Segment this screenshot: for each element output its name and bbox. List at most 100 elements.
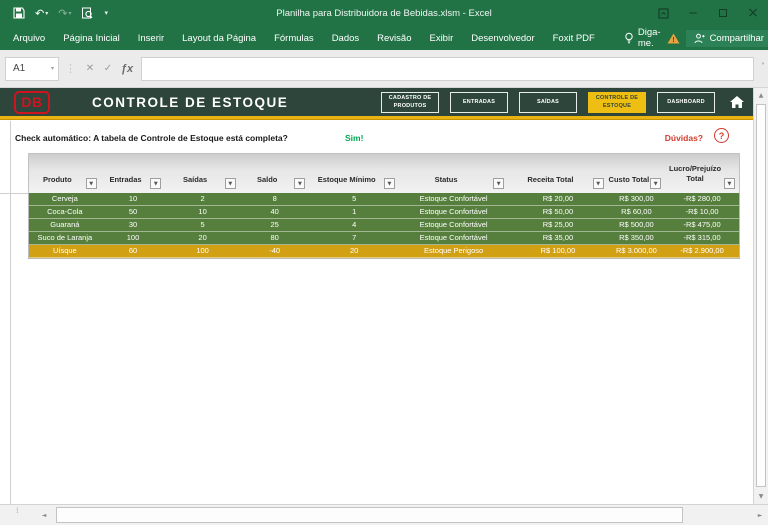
table-cell[interactable]: Estoque Confortável: [398, 219, 509, 232]
save-icon[interactable]: [10, 3, 28, 23]
table-cell[interactable]: R$ 60,00: [607, 206, 666, 219]
table-cell[interactable]: 10: [165, 206, 240, 219]
insert-function-icon[interactable]: ƒx: [117, 63, 137, 75]
nav-cadastro-de-produtos-button[interactable]: CADASTRO DE PRODUTOS: [381, 91, 439, 113]
table-cell[interactable]: Estoque Confortável: [398, 232, 509, 245]
table-cell[interactable]: 40: [239, 206, 310, 219]
table-cell[interactable]: 30: [100, 219, 166, 232]
table-cell[interactable]: Guaraná: [29, 219, 101, 232]
customize-qat-button[interactable]: ▾: [100, 3, 111, 23]
help-question-icon[interactable]: ?: [714, 128, 729, 143]
minimize-button[interactable]: ─: [678, 0, 708, 26]
filter-dropdown-icon[interactable]: ▼: [150, 178, 162, 189]
horizontal-scrollbar-thumb[interactable]: [56, 507, 683, 523]
tab-pagina-inicial[interactable]: Página Inicial: [54, 26, 129, 50]
share-button[interactable]: Compartilhar: [685, 29, 768, 47]
table-cell[interactable]: -R$ 280,00: [665, 193, 739, 206]
scroll-down-icon[interactable]: ▼: [754, 489, 768, 504]
warning-icon[interactable]: !: [667, 33, 680, 44]
table-cell[interactable]: 80: [239, 232, 310, 245]
table-cell[interactable]: 5: [165, 219, 240, 232]
table-cell[interactable]: 20: [165, 232, 240, 245]
table-cell[interactable]: -40: [239, 245, 310, 258]
table-cell[interactable]: 50: [100, 206, 166, 219]
redo-button[interactable]: ↷ ▾: [55, 3, 74, 23]
tab-inserir[interactable]: Inserir: [129, 26, 173, 50]
formula-input[interactable]: [141, 56, 754, 81]
table-cell[interactable]: Estoque Confortável: [398, 193, 509, 206]
sheet-canvas[interactable]: DB CONTROLE DE ESTOQUE CADASTRO DE PRODU…: [0, 88, 753, 504]
enter-entry-icon[interactable]: ✓: [99, 63, 117, 74]
table-cell[interactable]: R$ 500,00: [607, 219, 666, 232]
table-cell[interactable]: 4: [309, 219, 399, 232]
table-cell[interactable]: 10: [100, 193, 166, 206]
table-cell[interactable]: R$ 300,00: [607, 193, 666, 206]
ribbon-display-options-icon[interactable]: [648, 0, 678, 26]
tell-me-box[interactable]: Diga-me. !: [618, 27, 686, 49]
tab-revisao[interactable]: Revisão: [368, 26, 420, 50]
nav-dashboard-button[interactable]: DASHBOARD: [657, 91, 715, 113]
table-cell[interactable]: R$ 20,00: [508, 193, 608, 206]
vertical-scrollbar[interactable]: ▲ ▼: [753, 88, 768, 504]
table-cell[interactable]: -R$ 10,00: [665, 206, 739, 219]
undo-button[interactable]: ↶ ▾: [32, 3, 51, 23]
table-cell[interactable]: 8: [239, 193, 310, 206]
scroll-right-icon[interactable]: ►: [752, 505, 768, 525]
table-cell[interactable]: -R$ 475,00: [665, 219, 739, 232]
table-cell[interactable]: 2: [165, 193, 240, 206]
table-cell[interactable]: -R$ 315,00: [665, 232, 739, 245]
table-cell[interactable]: 20: [309, 245, 399, 258]
table-cell[interactable]: Estoque Confortável: [398, 206, 509, 219]
horizontal-scrollbar[interactable]: ⁞ ◄ ►: [0, 504, 768, 525]
table-cell[interactable]: Cerveja: [29, 193, 101, 206]
tab-foxit-pdf[interactable]: Foxit PDF: [544, 26, 604, 50]
table-cell[interactable]: R$ 100,00: [508, 245, 608, 258]
table-cell[interactable]: 25: [239, 219, 310, 232]
table-cell[interactable]: R$ 3.000,00: [607, 245, 666, 258]
tab-exibir[interactable]: Exibir: [420, 26, 462, 50]
cancel-entry-icon[interactable]: ✕: [81, 63, 99, 74]
filter-dropdown-icon[interactable]: ▼: [383, 178, 395, 189]
filter-dropdown-icon[interactable]: ▼: [592, 178, 604, 189]
scroll-up-icon[interactable]: ▲: [754, 88, 768, 103]
table-cell[interactable]: 100: [100, 232, 166, 245]
nav-entradas-button[interactable]: ENTRADAS: [450, 91, 508, 113]
table-cell[interactable]: R$ 35,00: [508, 232, 608, 245]
table-cell[interactable]: Coca-Cola: [29, 206, 101, 219]
vertical-scrollbar-thumb[interactable]: [756, 104, 766, 487]
table-cell[interactable]: Estoque Perigoso: [398, 245, 509, 258]
tab-arquivo[interactable]: Arquivo: [4, 26, 54, 50]
restore-button[interactable]: [708, 0, 738, 26]
print-preview-icon[interactable]: [78, 3, 96, 23]
filter-dropdown-icon[interactable]: ▼: [723, 178, 735, 189]
table-cell[interactable]: 5: [309, 193, 399, 206]
table-cell[interactable]: Suco de Laranja: [29, 232, 101, 245]
expand-formula-bar-icon[interactable]: ˅: [761, 62, 765, 71]
home-icon[interactable]: [729, 95, 745, 109]
filter-dropdown-icon[interactable]: ▼: [224, 178, 236, 189]
table-cell[interactable]: -R$ 2.900,00: [665, 245, 739, 258]
scroll-left-icon[interactable]: ◄: [36, 505, 52, 525]
tab-dados[interactable]: Dados: [323, 26, 368, 50]
filter-dropdown-icon[interactable]: ▼: [650, 178, 662, 189]
name-box-caret-icon[interactable]: ▾: [51, 65, 54, 72]
name-box[interactable]: A1 ▾: [5, 56, 59, 81]
table-cell[interactable]: 100: [165, 245, 240, 258]
tab-desenvolvedor[interactable]: Desenvolvedor: [462, 26, 543, 50]
close-button[interactable]: ×: [738, 0, 768, 26]
filter-dropdown-icon[interactable]: ▼: [493, 178, 505, 189]
table-cell[interactable]: R$ 350,00: [607, 232, 666, 245]
table-cell[interactable]: R$ 50,00: [508, 206, 608, 219]
tab-layout-da-pagina[interactable]: Layout da Página: [173, 26, 265, 50]
filter-dropdown-icon[interactable]: ▼: [294, 178, 306, 189]
table-cell[interactable]: 1: [309, 206, 399, 219]
tab-formulas[interactable]: Fórmulas: [265, 26, 323, 50]
nav-saidas-button[interactable]: SAÍDAS: [519, 91, 577, 113]
sheet-tab-splitter[interactable]: ⁞: [16, 507, 19, 515]
table-cell[interactable]: 60: [100, 245, 166, 258]
filter-dropdown-icon[interactable]: ▼: [85, 178, 97, 189]
table-cell[interactable]: R$ 25,00: [508, 219, 608, 232]
table-cell[interactable]: Uísque: [29, 245, 101, 258]
nav-controle-de-estoque-button[interactable]: CONTROLE DE ESTOQUE: [588, 91, 646, 113]
table-cell[interactable]: 7: [309, 232, 399, 245]
